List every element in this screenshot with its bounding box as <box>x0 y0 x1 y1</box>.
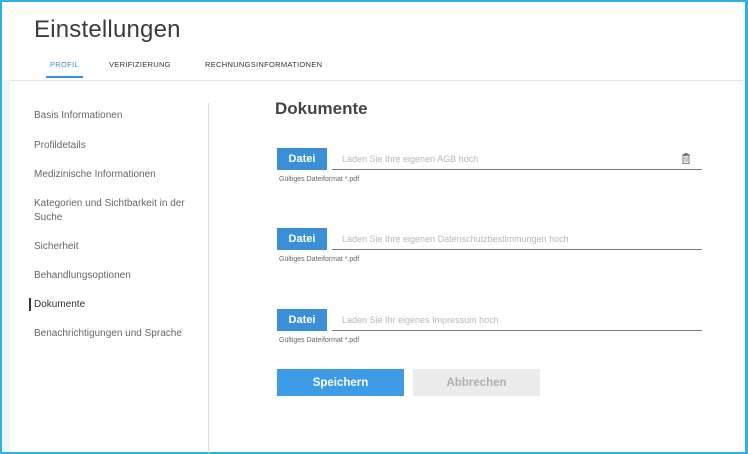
sidebar-item-medizinische-informationen[interactable]: Medizinische Informationen <box>34 168 199 182</box>
save-button[interactable]: Speichern <box>277 369 404 396</box>
tab-profil[interactable]: PROFIL <box>46 60 83 78</box>
upload-row-agb: Datei Gültiges Dateiformat *.pdf <box>277 148 702 188</box>
sidebar-item-kategorien[interactable]: Kategorien und Sichtbarkeit in der Suche <box>34 197 199 225</box>
sidebar-divider <box>208 103 209 453</box>
sidebar-item-dokumente[interactable]: Dokumente <box>34 298 199 312</box>
file-button-datenschutz[interactable]: Datei <box>277 228 327 250</box>
format-hint-datenschutz: Gültiges Dateiformat *.pdf <box>279 256 360 263</box>
settings-header: Einstellungen PROFIL VERIFIZIERUNG RECHN… <box>2 2 745 80</box>
tab-rechnungsinformationen[interactable]: RECHNUNGSINFORMATIONEN <box>205 60 322 75</box>
settings-content: Basis Informationen Profildetails Medizi… <box>10 80 743 453</box>
active-item-marker <box>29 298 31 311</box>
upload-row-impressum: Datei Gültiges Dateiformat *.pdf <box>277 309 702 349</box>
section-title: Dokumente <box>275 99 368 118</box>
settings-tabs: PROFIL VERIFIZIERUNG RECHNUNGSINFORMATIO… <box>2 60 745 80</box>
upload-row-datenschutz: Datei Gültiges Dateiformat *.pdf <box>277 228 702 268</box>
impressum-upload-field[interactable] <box>332 309 702 331</box>
cancel-button[interactable]: Abbrechen <box>413 369 540 396</box>
trash-icon[interactable] <box>682 153 690 164</box>
sidebar-item-behandlungsoptionen[interactable]: Behandlungsoptionen <box>34 269 199 283</box>
agb-upload-field[interactable] <box>332 148 702 170</box>
tab-verifizierung[interactable]: VERIFIZIERUNG <box>109 60 171 75</box>
page-title: Einstellungen <box>34 16 181 43</box>
file-button-agb[interactable]: Datei <box>277 148 327 170</box>
datenschutz-upload-field[interactable] <box>332 228 702 250</box>
sidebar-item-sicherheit[interactable]: Sicherheit <box>34 240 199 254</box>
sidebar-item-profildetails[interactable]: Profildetails <box>34 139 199 153</box>
sidebar-item-benachrichtigungen[interactable]: Benachrichtigungen und Sprache <box>34 327 199 341</box>
format-hint-agb: Gültiges Dateiformat *.pdf <box>279 176 360 183</box>
format-hint-impressum: Gültiges Dateiformat *.pdf <box>279 337 360 344</box>
sidebar-item-basis-informationen[interactable]: Basis Informationen <box>34 109 199 123</box>
file-button-impressum[interactable]: Datei <box>277 309 327 331</box>
